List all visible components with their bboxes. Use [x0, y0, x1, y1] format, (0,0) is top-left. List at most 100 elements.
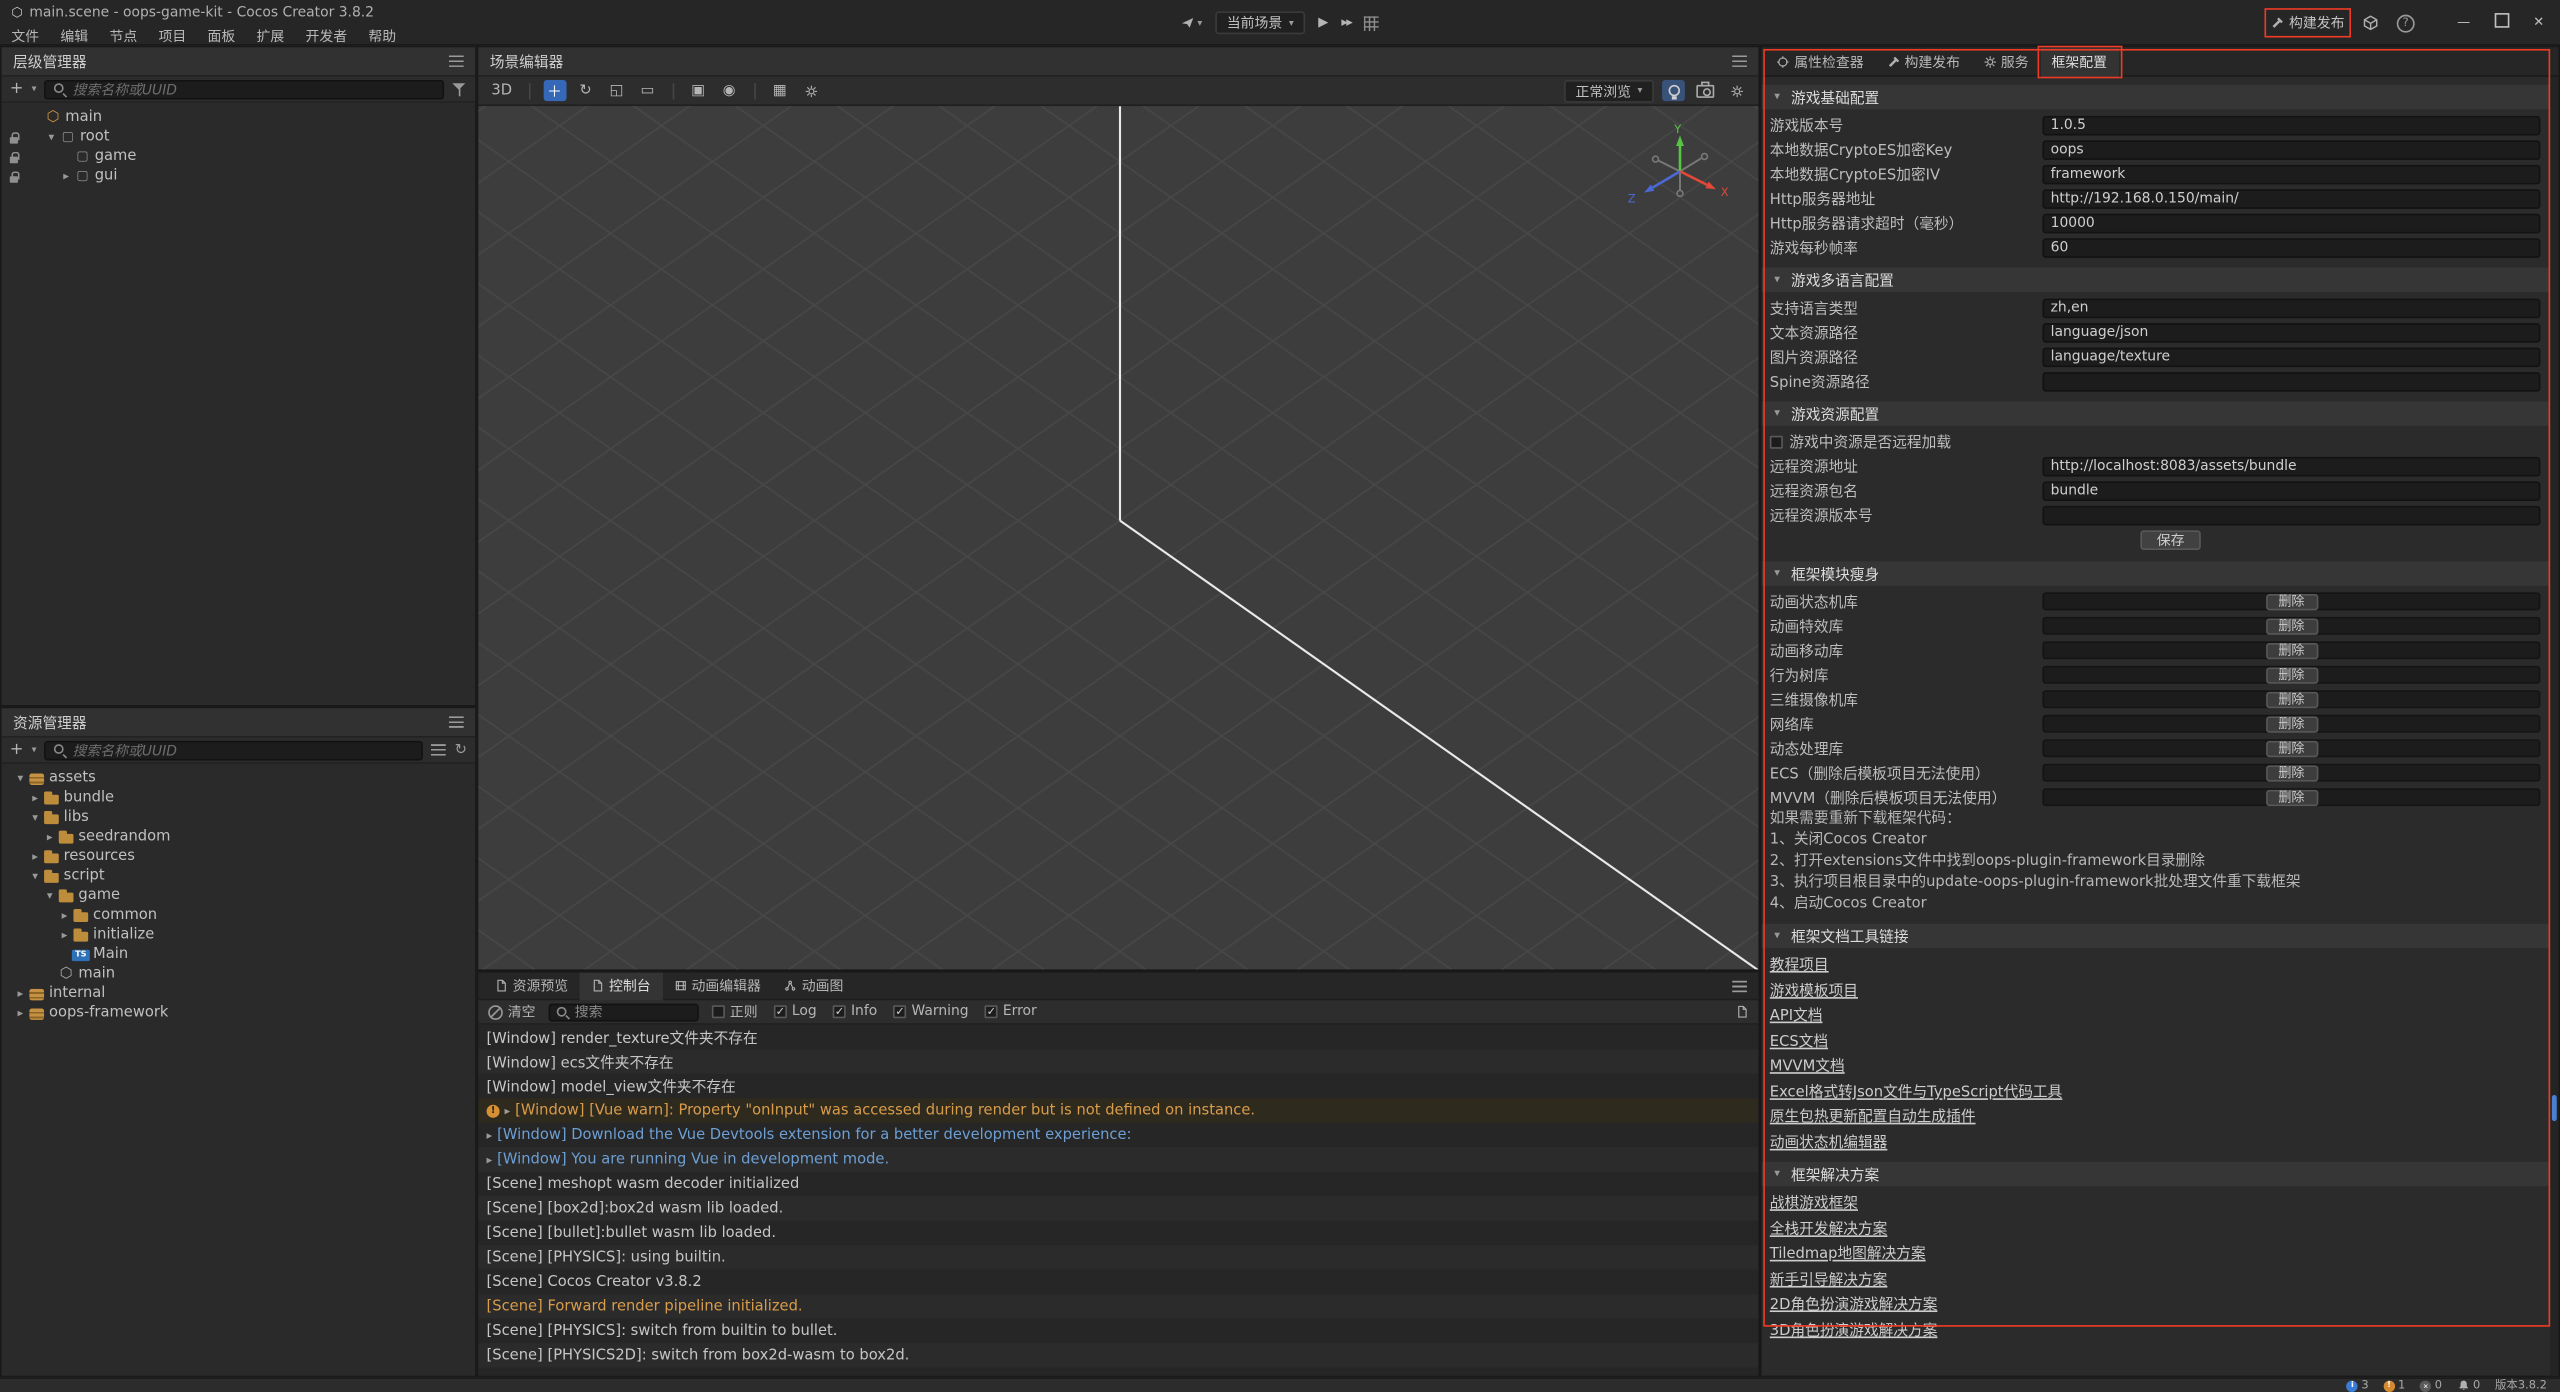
section-header-resources[interactable]: 游戏资源配置 [1762, 401, 2551, 425]
log-row[interactable]: [Scene] Cocos Creator v3.8.2 [478, 1270, 1758, 1294]
tab-framework-config[interactable]: 框架配置 [2040, 47, 2118, 76]
hierarchy-search-input[interactable]: 搜索名称或UUID [45, 79, 444, 99]
scrollbar-thumb[interactable] [2552, 1095, 2557, 1121]
asset-node-row[interactable]: oops-framework [2, 1004, 475, 1024]
scene-light-toggle[interactable] [1662, 80, 1685, 101]
clear-console-button[interactable]: 清空 [488, 1002, 535, 1022]
log-row[interactable]: [Scene] [PHYSICS]: switch from builtin t… [478, 1319, 1758, 1343]
log-row[interactable]: [Scene] [PHYSICS]: using builtin. [478, 1245, 1758, 1269]
expand-arrow-icon[interactable] [42, 889, 57, 904]
delete-module-button[interactable]: 删除 [2265, 716, 2317, 732]
log-row[interactable]: [Scene] [PHYSICS2D]: switch from box2d-w… [478, 1343, 1758, 1367]
mode-3d-toggle[interactable]: 3D [488, 80, 515, 101]
sort-icon[interactable] [432, 744, 447, 755]
doc-link[interactable]: API文档 [1770, 1004, 1823, 1025]
text-input[interactable]: http://localhost:8083/assets/bundle [2042, 456, 2540, 476]
text-input[interactable]: oops [2042, 140, 2540, 160]
doc-link[interactable]: MVVM文档 [1770, 1055, 1845, 1076]
menu-item[interactable]: 项目 [158, 26, 186, 46]
console-search-input[interactable]: 搜索 [549, 1003, 699, 1021]
expand-arrow-icon[interactable] [28, 810, 43, 825]
menu-item[interactable]: 编辑 [60, 26, 88, 46]
log-row[interactable]: [Scene] [bullet]:bullet wasm lib loaded. [478, 1221, 1758, 1245]
section-header-docs[interactable]: 框架文档工具链接 [1762, 924, 2551, 948]
text-input[interactable]: 60 [2042, 237, 2540, 257]
panel-menu-icon[interactable] [1732, 55, 1747, 66]
package-icon[interactable] [2362, 15, 2378, 31]
tab-asset-preview[interactable]: 资源预览 [483, 972, 579, 1000]
expand-arrow-icon[interactable] [13, 771, 28, 786]
minimize-button[interactable] [2454, 15, 2474, 31]
delete-module-button[interactable]: 删除 [2265, 642, 2317, 658]
scene-settings-button[interactable] [1726, 80, 1749, 101]
maximize-button[interactable] [2491, 13, 2511, 33]
expand-arrow-icon[interactable] [28, 869, 43, 884]
help-icon[interactable] [2397, 14, 2415, 32]
scene-camera-button[interactable] [1693, 80, 1717, 101]
inspector-scrollbar[interactable] [2550, 77, 2558, 1376]
panel-menu-icon[interactable] [449, 716, 464, 727]
scale-tool-button[interactable]: ◱ [605, 80, 628, 101]
solution-link[interactable]: 2D角色扮演游戏解决方案 [1770, 1293, 1938, 1314]
delete-module-button[interactable]: 删除 [2265, 667, 2317, 683]
chevron-down-icon[interactable] [32, 83, 37, 94]
section-header-language[interactable]: 游戏多语言配置 [1762, 268, 2551, 292]
menu-item[interactable]: 开发者 [305, 26, 347, 46]
doc-link[interactable]: 教程项目 [1770, 953, 1829, 974]
menu-item[interactable]: 节点 [109, 26, 137, 46]
asset-node-row[interactable]: bundle [2, 788, 475, 808]
tab-animation-graph[interactable]: 动画图 [772, 972, 854, 1000]
build-publish-button[interactable]: 构建发布 [2271, 13, 2344, 33]
play-button[interactable] [1318, 15, 1328, 31]
panel-menu-icon[interactable] [449, 55, 464, 66]
asset-node-row[interactable]: libs [2, 808, 475, 828]
hierarchy-node-row[interactable]: main [2, 108, 475, 128]
expand-arrow-icon[interactable] [28, 849, 43, 864]
doc-link[interactable]: 原生包热更新配置自动生成插件 [1770, 1105, 1976, 1126]
menu-item[interactable]: 面板 [207, 26, 235, 46]
scene-viewport[interactable]: Y X Z [478, 106, 1758, 969]
refresh-icon[interactable] [455, 742, 467, 758]
delete-module-button[interactable]: 删除 [2265, 618, 2317, 634]
save-button[interactable]: 保存 [2140, 530, 2200, 550]
filter-icon[interactable] [452, 82, 467, 97]
log-row[interactable]: [Window] render_texture文件夹不存在 [478, 1025, 1758, 1049]
tab-services[interactable]: 服务 [1971, 47, 2040, 76]
doc-link[interactable]: ECS文档 [1770, 1029, 1828, 1050]
delete-module-button[interactable]: 删除 [2265, 691, 2317, 707]
panel-menu-icon[interactable] [1732, 980, 1747, 991]
asset-node-row[interactable]: Main [2, 945, 475, 965]
text-input[interactable]: bundle [2042, 481, 2540, 501]
solution-link[interactable]: 新手引导解决方案 [1770, 1268, 1888, 1289]
log-filter-checkbox[interactable]: 正则 [712, 1002, 758, 1022]
section-header-slim[interactable]: 框架模块瘦身 [1762, 561, 2551, 585]
tab-property-inspector[interactable]: 属性检查器 [1765, 47, 1875, 76]
expand-arrow-icon[interactable] [487, 1128, 493, 1141]
log-row[interactable]: [Window] You are running Vue in developm… [478, 1147, 1758, 1171]
expand-arrow-icon[interactable] [504, 1104, 510, 1117]
text-input[interactable]: language/texture [2042, 347, 2540, 367]
chevron-down-icon[interactable] [32, 744, 37, 755]
asset-node-row[interactable]: resources [2, 847, 475, 867]
log-row[interactable]: [Window] Download the Vue Devtools exten… [478, 1123, 1758, 1147]
asset-node-row[interactable]: common [2, 906, 475, 926]
expand-arrow-icon[interactable] [57, 928, 72, 943]
view-mode-select[interactable]: 正常浏览 [1564, 79, 1654, 102]
log-filter-checkbox[interactable]: Error [985, 1002, 1037, 1022]
create-node-button[interactable] [10, 81, 24, 97]
expand-arrow-icon[interactable] [57, 908, 72, 923]
delete-module-button[interactable]: 删除 [2265, 740, 2317, 756]
expand-arrow-icon[interactable] [59, 169, 74, 184]
hierarchy-node-row[interactable]: root [2, 127, 475, 147]
asset-node-row[interactable]: seedrandom [2, 827, 475, 847]
log-filter-checkbox[interactable]: Warning [894, 1002, 969, 1022]
text-input[interactable]: 10000 [2042, 213, 2540, 233]
delete-module-button[interactable]: 删除 [2265, 765, 2317, 781]
log-row[interactable]: [Window] model_view文件夹不存在 [478, 1074, 1758, 1098]
log-row[interactable]: [Window] [Vue warn]: Property "onInput" … [478, 1098, 1758, 1122]
close-button[interactable] [2529, 15, 2549, 31]
assets-search-input[interactable]: 搜索名称或UUID [45, 740, 424, 760]
gizmo-settings-button[interactable] [799, 80, 822, 101]
expand-arrow-icon[interactable] [487, 1153, 493, 1166]
doc-link[interactable]: Excel格式转Json文件与TypeScript代码工具 [1770, 1080, 2063, 1101]
